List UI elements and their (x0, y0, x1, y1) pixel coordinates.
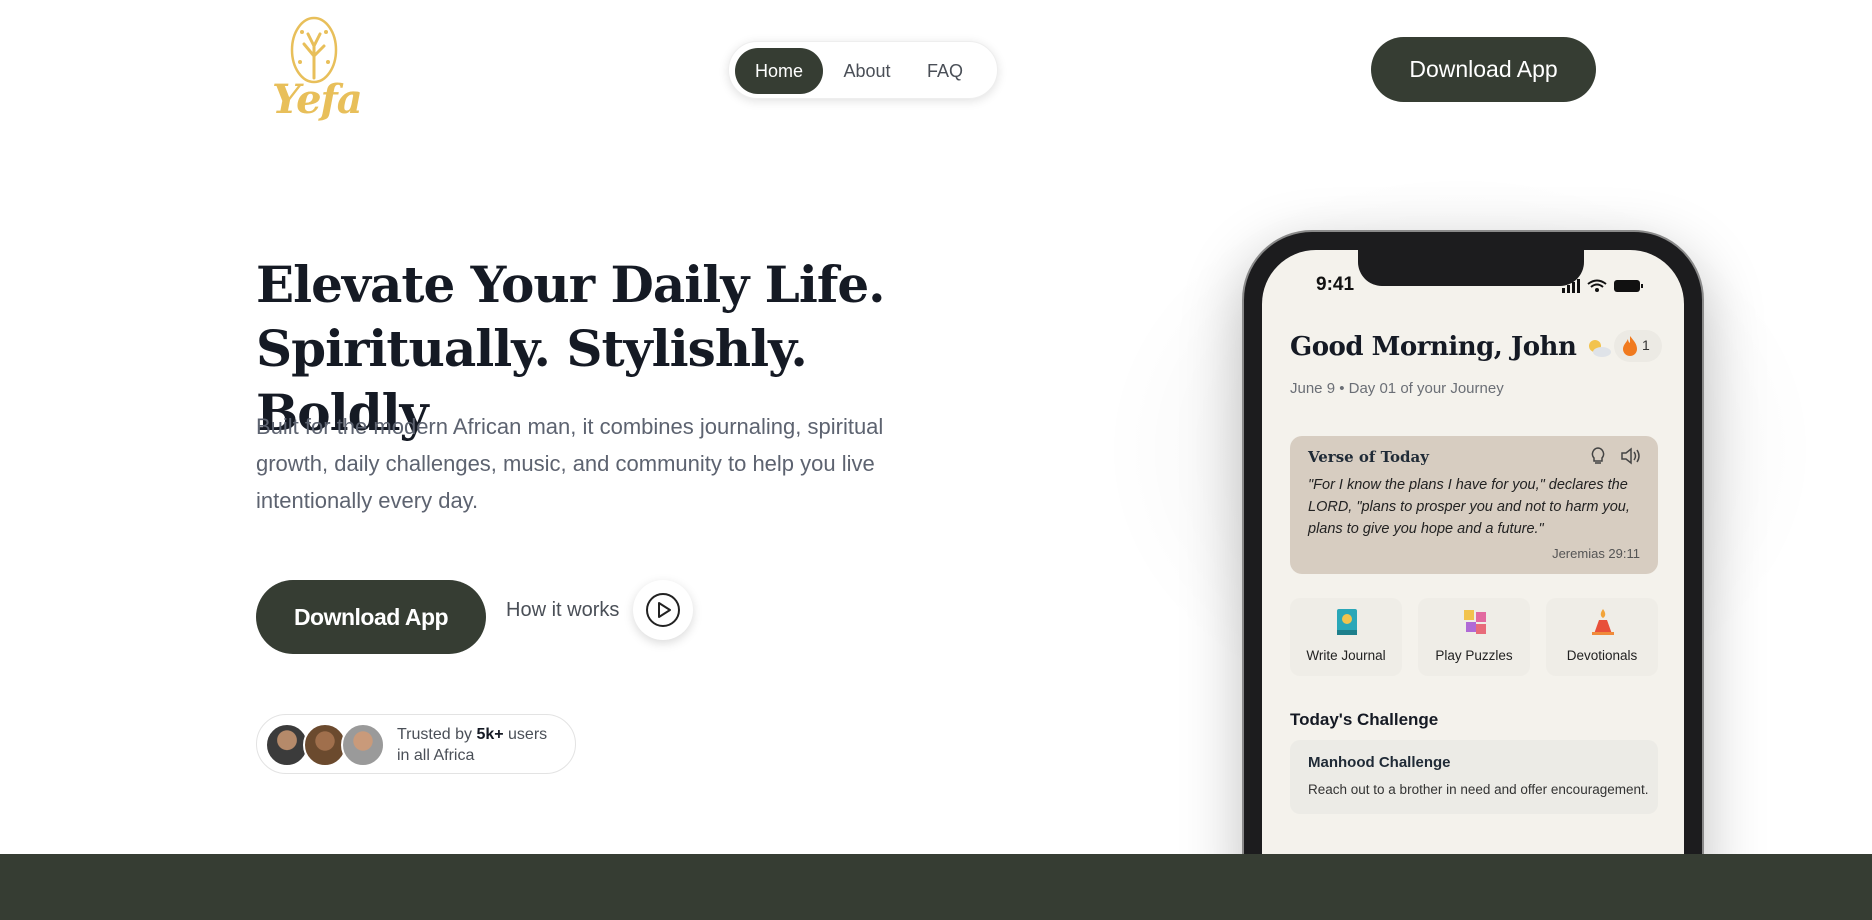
lightbulb-icon[interactable] (1588, 446, 1608, 466)
trust-suffix: users (503, 726, 548, 743)
candle-icon (1592, 609, 1614, 635)
date-line: June 9 • Day 01 of your Journey (1290, 380, 1504, 397)
greeting-text: Good Morning, John (1290, 332, 1577, 362)
header-download-button[interactable]: Download App (1371, 37, 1596, 102)
flame-icon (1623, 336, 1637, 356)
write-journal-label: Write Journal (1306, 648, 1386, 663)
greeting: Good Morning, John (1290, 332, 1613, 362)
play-puzzles-button[interactable]: Play Puzzles (1418, 598, 1530, 676)
challenge-text: Reach out to a brother in need and offer… (1308, 782, 1649, 797)
verse-title: Verse of Today (1308, 448, 1429, 466)
puzzle-icon (1464, 610, 1486, 634)
speaker-icon[interactable] (1620, 446, 1642, 466)
devotionals-label: Devotionals (1566, 648, 1638, 663)
play-video-button[interactable] (633, 580, 693, 640)
how-it-works-link[interactable]: How it works (506, 597, 619, 623)
play-puzzles-label: Play Puzzles (1435, 648, 1513, 663)
streak-count: 1 (1642, 337, 1650, 353)
trust-count: 5k+ (476, 726, 504, 743)
phone-notch (1358, 250, 1584, 286)
verse-text: "For I know the plans I have for you," d… (1308, 477, 1630, 537)
yefa-logo[interactable]: Yefa (272, 16, 363, 123)
brand-name: Yefa (272, 76, 363, 123)
challenge-title: Manhood Challenge (1308, 754, 1451, 771)
hero-title-line1: Elevate Your Daily Life. (256, 255, 886, 314)
signal-wifi-battery-icon (1562, 279, 1643, 293)
phone-mockup: 9:41 Good Morning, John 1 June 9 • Day 0… (1242, 230, 1704, 920)
verse-reference: Jeremias 29:11 (1552, 546, 1640, 561)
nav-about[interactable]: About (833, 48, 901, 94)
hero-subtitle: Built for the modern African man, it com… (256, 414, 884, 513)
status-time: 9:41 (1316, 274, 1355, 295)
todays-challenge-heading: Today's Challenge (1290, 710, 1439, 729)
write-journal-button[interactable]: Write Journal (1290, 598, 1402, 676)
phone-screen: 9:41 Good Morning, John 1 June 9 • Day 0… (1262, 250, 1684, 920)
trust-text: Trusted by 5k+ users in all Africa (397, 724, 547, 766)
avatar (341, 723, 385, 767)
play-icon (646, 593, 680, 627)
main-nav: Home About FAQ (728, 41, 998, 99)
status-icons (1562, 278, 1644, 299)
nav-faq[interactable]: FAQ (915, 48, 975, 94)
nav-home[interactable]: Home (735, 48, 823, 94)
hero-download-button[interactable]: Download App (256, 580, 486, 654)
verse-icons (1588, 446, 1642, 471)
journal-icon (1337, 609, 1357, 635)
weather-icon (1588, 340, 1611, 357)
footer-band (0, 854, 1872, 920)
challenge-card[interactable]: Manhood Challenge Reach out to a brother… (1290, 740, 1658, 814)
trust-badge: Trusted by 5k+ users in all Africa (256, 714, 576, 774)
trust-prefix: Trusted by (397, 726, 477, 743)
streak-badge[interactable]: 1 (1614, 330, 1662, 362)
verse-card[interactable]: Verse of Today "For I know the plans I h… (1290, 436, 1658, 574)
trust-line2: in all Africa (397, 747, 475, 764)
devotionals-button[interactable]: Devotionals (1546, 598, 1658, 676)
